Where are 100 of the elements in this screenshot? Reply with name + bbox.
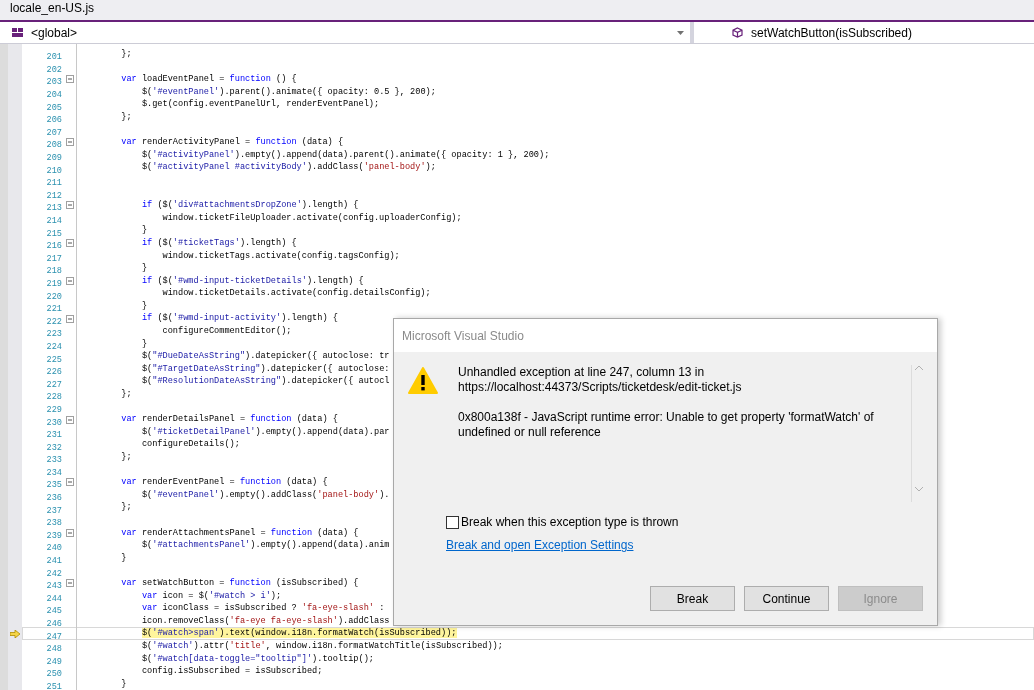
error-message: https://localhost:44373/Scripts/ticketdesk/edit-ticket.js <box>458 380 743 395</box>
line-number: 246 <box>46 619 62 629</box>
line-number: 231 <box>46 430 62 441</box>
line-number: 228 <box>46 392 62 403</box>
code-line: if ($('#wmd-input-ticketDetails').length) { <box>140 275 364 286</box>
line-number: 241 <box>46 556 62 567</box>
code-line: }; <box>120 452 132 462</box>
line-number: 219 <box>46 279 62 289</box>
line-number: 251 <box>46 682 62 690</box>
line-number: 227 <box>46 379 62 390</box>
code-line: $('#eventPanel').empty().addClass('panel-body'). <box>140 489 390 500</box>
exception-settings-link[interactable]: Break and open Exception Settings <box>446 536 634 554</box>
code-line: if ($('#ticketTags').length) { <box>140 237 297 248</box>
line-number: 222 <box>46 316 62 327</box>
code-line: var setWatchButton = function (isSubscribed) { <box>120 577 359 588</box>
checkbox-label: Break when this exception type is thrown <box>461 514 679 531</box>
line-number: 206 <box>46 115 62 126</box>
code-line: $('#watch[data-toggle="tooltip"]').tooltip(); <box>140 653 374 664</box>
code-line: }; <box>120 389 132 400</box>
code-line: $('#eventPanel').parent().animate({ opacity: 0.5 }, 200); <box>140 86 436 97</box>
line-number: 233 <box>46 455 62 466</box>
code-line: $.get(config.eventPanelUrl, renderEventPanel); <box>140 99 380 110</box>
line-number: 229 <box>46 404 62 415</box>
file-tab[interactable]: locale_en-US.js <box>10 0 95 20</box>
line-number: 237 <box>46 505 62 516</box>
warning-icon <box>408 367 438 395</box>
code-line: }; <box>120 49 132 59</box>
code-line: var renderActivityPanel = function (data) { <box>120 137 344 148</box>
line-number: 244 <box>46 593 62 604</box>
code-line: } <box>120 678 127 689</box>
dialog-button[interactable]: Break <box>650 586 735 611</box>
line-number: 204 <box>46 90 62 101</box>
collapse-icon[interactable] <box>66 277 74 285</box>
checkbox[interactable] <box>446 515 459 529</box>
line-number: 207 <box>46 127 62 138</box>
line-number: 211 <box>46 178 62 189</box>
line-number: 217 <box>46 253 62 264</box>
collapse-icon[interactable] <box>66 239 74 248</box>
line-number: 216 <box>46 241 62 252</box>
collapse-icon[interactable] <box>66 528 74 537</box>
code-line: var renderDetailsPanel = function (data) { <box>120 414 338 425</box>
scroll-down-icon[interactable] <box>915 487 923 492</box>
member-dropdown[interactable]: setWatchButton(isSubscribed) <box>694 22 1034 43</box>
code-line: } <box>140 263 148 274</box>
scroll-up-icon[interactable] <box>915 365 923 370</box>
line-number: 212 <box>46 190 62 201</box>
line-number: 243 <box>46 581 62 592</box>
code-line: configureCommentEditor(); <box>161 326 292 337</box>
line-number: 234 <box>46 467 62 478</box>
cube-icon <box>732 27 743 38</box>
code-line: $('#activityPanel #activityBody').addClass('panel-body'); <box>140 162 436 173</box>
code-line: $("#ResolutionDateAsString").datepicker({ autocl <box>140 376 390 387</box>
code-line: } <box>140 338 148 349</box>
collapse-icon[interactable] <box>66 478 74 487</box>
line-number: 247 <box>46 631 62 642</box>
code-line: icon.removeClass('fa-eye fa-eye-slash').addClass <box>140 615 390 626</box>
code-line: $("#TargetDateAsString").datepicker({ autoclose: <box>140 363 390 374</box>
line-number: 248 <box>46 644 62 655</box>
line-number: 218 <box>46 266 62 277</box>
dropdown-caret-icon <box>677 31 684 35</box>
line-number: 230 <box>46 417 62 428</box>
error-message: Unhandled exception at line 247, column 13 in <box>458 365 706 380</box>
line-number: 209 <box>46 153 62 164</box>
code-line: config.isSubscribed = isSubscribed; <box>140 666 323 677</box>
line-number: 201 <box>46 52 62 63</box>
line-number: 215 <box>46 228 62 239</box>
line-number: 224 <box>46 341 62 352</box>
line-number: 250 <box>46 669 62 680</box>
code-line: } <box>140 300 148 311</box>
dialog-title: Microsoft Visual Studio <box>402 327 524 345</box>
code-line: configureDetails(); <box>140 439 240 450</box>
code-line: if ($('#wmd-input-activity').length) { <box>140 313 338 324</box>
line-number: 249 <box>46 656 62 667</box>
line-number: 221 <box>46 304 62 315</box>
collapse-icon[interactable] <box>66 314 74 323</box>
line-number: 238 <box>46 518 62 529</box>
line-number: 245 <box>46 606 62 617</box>
collapse-icon[interactable] <box>66 201 74 210</box>
collapse-icon[interactable] <box>66 75 74 84</box>
code-line: window.ticketDetails.activate(config.detailsConfig); <box>161 288 431 299</box>
collapse-icon[interactable] <box>66 579 74 588</box>
line-number: 213 <box>46 203 62 214</box>
code-line: }; <box>120 111 132 122</box>
line-number: 214 <box>46 216 62 226</box>
code-line: window.ticketFileUploader.activate(config.uploaderConfig); <box>161 212 462 223</box>
code-line: $('#attachmentsPanel').empty().append(data).anim <box>140 540 390 551</box>
code-line: var renderAttachmentsPanel = function (data) { <box>120 527 359 538</box>
line-number: 235 <box>46 480 62 491</box>
code-line: $('#ticketDetailPanel').empty().append(data).par <box>140 426 390 437</box>
line-number: 205 <box>46 102 62 113</box>
code-line: var loadEventPanel = function () { <box>120 74 297 85</box>
code-line: } <box>140 225 148 236</box>
collapse-icon[interactable] <box>66 415 74 424</box>
code-line: window.ticketTags.activate(config.tagsConfig); <box>161 250 400 261</box>
code-line: var iconClass = isSubscribed ? 'fa-eye-slash' : <box>140 603 385 614</box>
line-number: 236 <box>46 493 62 504</box>
code-line: $('#activityPanel').empty().append(data).parent().animate({ opacity: 1 }, 200); <box>140 149 550 160</box>
line-number: 232 <box>46 442 62 453</box>
collapse-icon[interactable] <box>66 138 74 147</box>
dialog-button[interactable]: Continue <box>744 586 829 611</box>
